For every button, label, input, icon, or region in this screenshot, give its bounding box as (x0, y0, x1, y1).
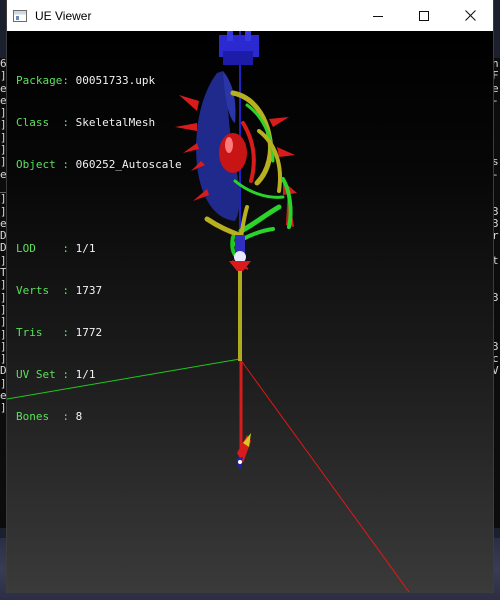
terminal-glyph (492, 329, 500, 341)
ue-viewer-window: UE Viewer Package: 00051733.upk Class: … (7, 0, 493, 592)
maximize-button[interactable] (401, 0, 447, 31)
info-value-lod: 1/1 (75, 242, 96, 255)
terminal-glyph (492, 279, 500, 291)
minimize-button[interactable] (355, 0, 401, 31)
info-sep: : (62, 74, 76, 87)
info-row-lod: LOD : 1/1 (16, 242, 182, 256)
info-row-tris: Tris : 1772 (16, 326, 182, 340)
app-window-icon (13, 9, 27, 22)
info-value-verts: 1737 (75, 284, 103, 297)
info-label-verts: Verts (16, 284, 63, 297)
info-value-package: 00051733.upk (75, 74, 156, 87)
mesh-top-cap (219, 31, 259, 65)
terminal-glyph (492, 316, 500, 328)
info-row-verts: Verts : 1737 (16, 284, 182, 298)
info-row-class: Class : SkeletalMesh (16, 116, 182, 130)
info-value-class: SkeletalMesh (75, 116, 156, 129)
info-sep: : (62, 410, 76, 423)
info-row-bones: Bones : 8 (16, 410, 182, 424)
close-button[interactable] (447, 0, 493, 31)
info-label-uvset: UV Set (16, 368, 63, 381)
info-value-uvset: 1/1 (75, 368, 96, 381)
mesh-info-panel: Package: 00051733.upk Class : SkeletalMe… (16, 46, 182, 452)
mesh-tip (236, 433, 251, 471)
close-icon (464, 10, 476, 21)
info-sep: : (62, 242, 76, 255)
terminal-glyph: 3 (492, 204, 499, 218)
axis-x-line (239, 358, 410, 592)
info-row-uvset: UV Set : 1/1 (16, 368, 182, 382)
title-bar[interactable]: UE Viewer (7, 0, 493, 31)
info-sep: : (62, 284, 76, 297)
terminal-glyph (492, 193, 500, 205)
info-spacer (16, 200, 182, 214)
maximize-icon (419, 10, 429, 21)
info-label-package: Package (16, 74, 63, 87)
info-sep: : (62, 326, 76, 339)
info-sep: : (62, 116, 76, 129)
3d-viewport[interactable]: Package: 00051733.upk Class : SkeletalMe… (7, 31, 493, 592)
background-terminal-right: nFe- s- 33r t 3 3cV (492, 58, 500, 528)
info-label-object: Object (16, 158, 63, 171)
info-value-object: 060252_Autoscale (75, 158, 182, 171)
info-row-package: Package: 00051733.upk (16, 74, 182, 88)
info-sep: : (62, 158, 76, 171)
info-label-bones: Bones (16, 410, 63, 423)
minimize-icon (373, 15, 383, 17)
info-value-bones: 8 (75, 410, 83, 423)
info-label-lod: LOD (16, 242, 63, 255)
info-label-class: Class (16, 116, 63, 129)
info-sep: : (62, 368, 76, 381)
terminal-glyph (492, 242, 500, 254)
info-row-object: Object : 060252_Autoscale (16, 158, 182, 172)
terminal-glyph: F (492, 69, 499, 83)
terminal-glyph: s (492, 155, 499, 169)
info-value-tris: 1772 (75, 326, 103, 339)
terminal-glyph: V (492, 364, 499, 378)
info-label-tris: Tris (16, 326, 63, 339)
window-title: UE Viewer (35, 8, 92, 23)
mesh-red-gem (219, 133, 247, 173)
mesh-gem-highlight (225, 137, 233, 153)
terminal-glyph (492, 119, 500, 131)
